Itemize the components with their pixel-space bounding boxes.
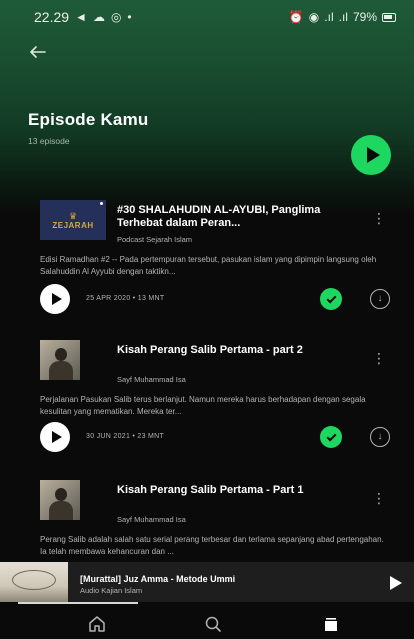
play-icon [51,431,62,443]
episode-thumbnail [40,340,80,380]
episode-play-button[interactable] [40,284,70,314]
episode-thumbnail [40,480,80,520]
mini-player[interactable]: [Murattal] Juz Amma - Metode Ummi Audio … [0,562,414,602]
signal-icon-2: .ıl [338,10,348,24]
episode-item[interactable]: Kisah Perang Salib Pertama - Part 1 Sayf… [0,480,414,560]
navigation-arrow-icon: ◄ [75,10,87,24]
dot-icon: • [127,10,132,24]
page-title: Episode Kamu [28,110,149,129]
cloud-icon: ☁ [92,10,105,24]
episode-item[interactable]: Kisah Perang Salib Pertama - part 2 Sayf… [0,340,414,490]
download-icon[interactable]: ↓ [370,289,390,309]
more-options-icon[interactable]: ⋮ [372,491,386,505]
episode-publisher[interactable]: Sayf Muhammad Isa [117,515,186,524]
back-arrow-svg [30,46,46,58]
play-icon [366,147,380,163]
more-options-icon[interactable]: ⋮ [372,351,386,365]
play-icon [51,293,62,305]
battery-percent: 79% [352,10,377,24]
thumbnail-logo-text: ZEJARAH [52,220,94,230]
hotspot-icon: ◉ [308,10,320,24]
battery-icon [382,12,396,22]
episode-meta: 30 JUN 2021 • 23 MNT [86,433,165,440]
mini-player-subtitle[interactable]: Audio Kajian Islam [80,586,142,595]
mini-play-icon[interactable] [390,576,402,590]
played-check-icon[interactable] [320,426,342,448]
library-icon[interactable] [320,613,342,635]
episode-publisher[interactable]: Sayf Muhammad Isa [117,375,186,384]
mini-player-thumbnail [0,562,68,602]
mini-player-title[interactable]: [Murattal] Juz Amma - Metode Ummi [80,574,235,584]
episode-title[interactable]: Kisah Perang Salib Pertama - part 2 [117,344,357,357]
played-check-icon[interactable] [320,288,342,310]
episode-count: 13 episode [28,136,70,146]
back-arrow-icon[interactable] [30,42,46,63]
status-bar: 22.29 ◄ ☁ ◎ • ⏰ ◉ .ıl .ıl 79% [0,0,414,34]
episode-meta: 25 APR 2020 • 13 MNT [86,295,165,302]
episode-description: Perang Salib adalah salah satu serial pe… [40,535,384,556]
bottom-nav [0,604,414,639]
episode-title[interactable]: #30 SHALAHUDIN AL-AYUBI, Panglima Terheb… [117,204,357,230]
episode-screen: 22.29 ◄ ☁ ◎ • ⏰ ◉ .ıl .ıl 79% Episode Ka… [0,0,414,639]
episode-title[interactable]: Kisah Perang Salib Pertama - Part 1 [117,484,357,497]
download-icon[interactable]: ↓ [370,427,390,447]
status-time: 22.29 [34,9,70,25]
crown-icon: ♛ [68,210,78,221]
episode-description: Perjalanan Pasukan Salib terus berlanjut… [40,395,366,416]
episode-thumbnail: ♛ ZEJARAH [40,200,106,240]
play-all-button[interactable] [351,135,391,175]
episode-play-button[interactable] [40,422,70,452]
signal-icon: .ıl [324,10,334,24]
alarm-icon: ⏰ [288,10,304,24]
episode-publisher[interactable]: Podcast Sejarah Islam [117,235,192,244]
more-options-icon[interactable]: ⋮ [372,211,386,225]
instagram-icon: ◎ [110,10,122,24]
new-dot-icon [100,202,103,205]
search-icon[interactable] [202,613,224,635]
episode-description: Edisi Ramadhan #2 -- Pada pertempuran te… [40,255,377,276]
home-icon[interactable] [86,613,108,635]
episode-item[interactable]: ♛ ZEJARAH #30 SHALAHUDIN AL-AYUBI, Pangl… [0,200,414,350]
